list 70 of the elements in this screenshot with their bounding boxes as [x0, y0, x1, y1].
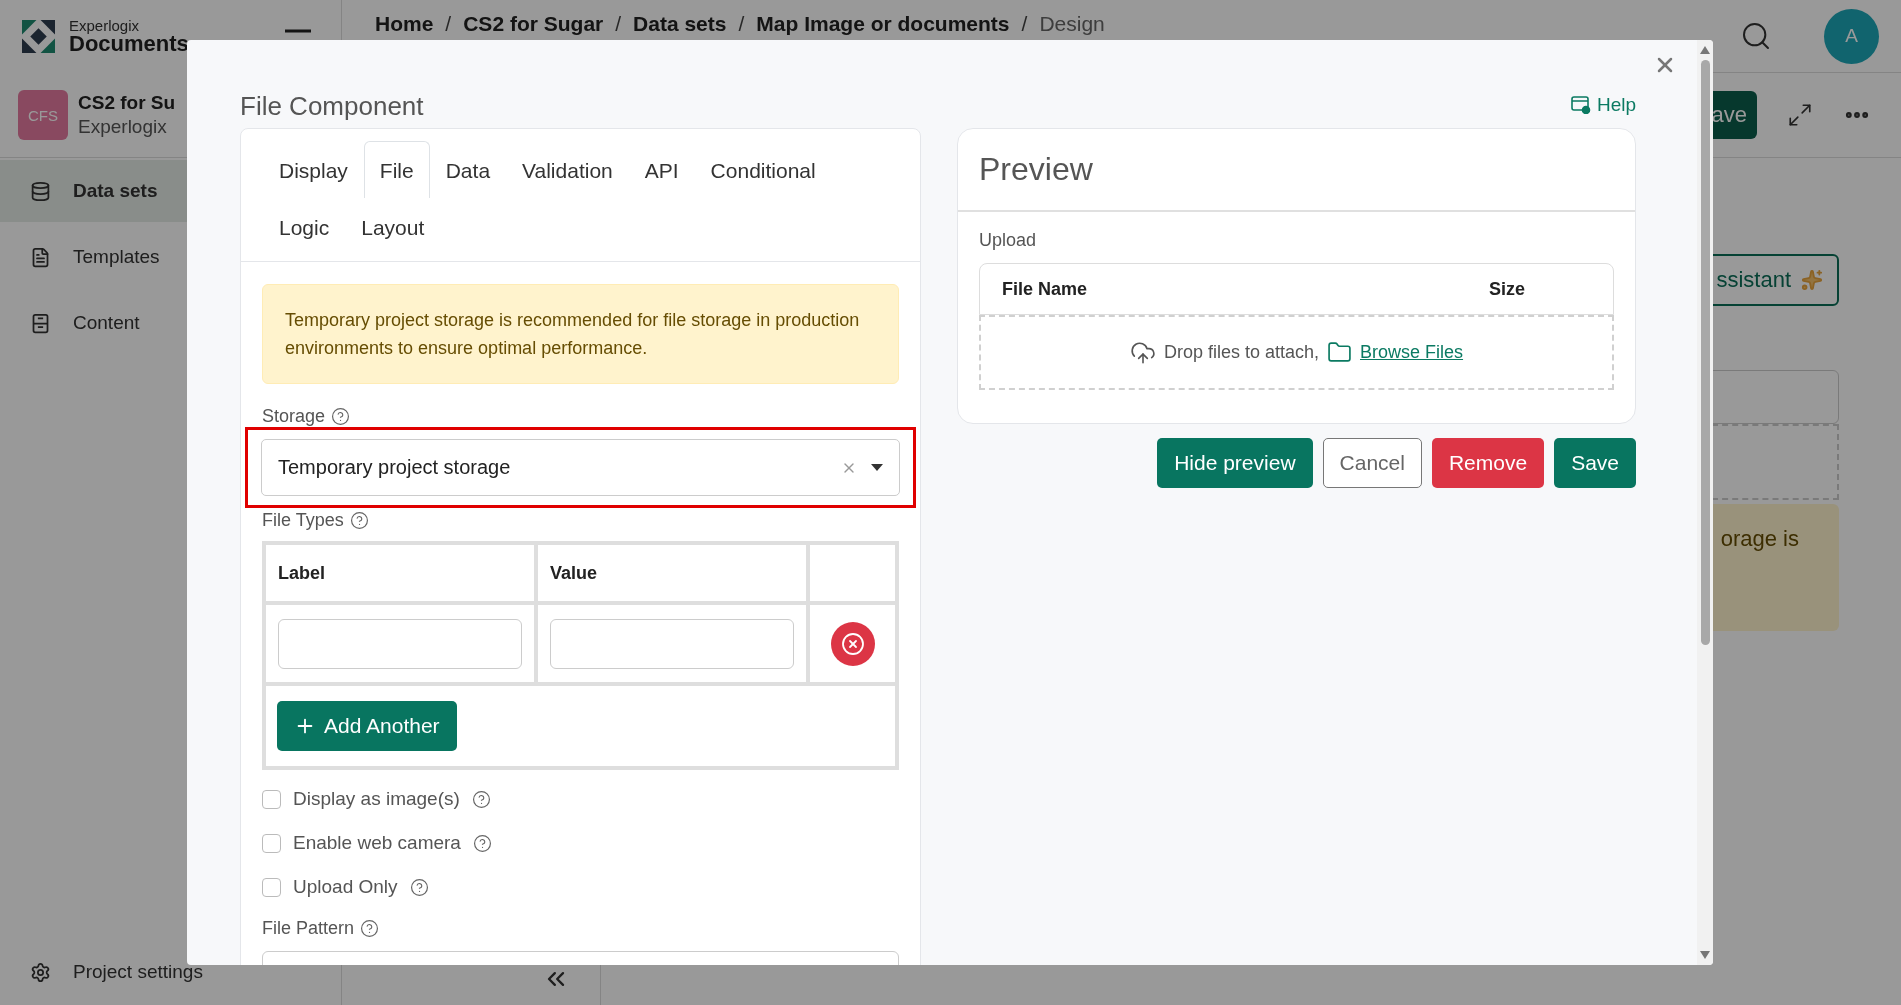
dialog-button[interactable]: Cancel — [1322, 438, 1422, 488]
dialog-button[interactable]: Save — [1554, 438, 1636, 488]
logo-name: Documents — [69, 33, 189, 55]
expand-icon[interactable] — [1787, 102, 1813, 128]
sidebar-item[interactable]: Project settings — [0, 939, 341, 1005]
caret-icon — [871, 464, 883, 471]
scroll-up-icon[interactable] — [1700, 46, 1710, 54]
browse-files-link[interactable]: Browse Files — [1360, 342, 1464, 363]
tab[interactable]: Validation — [506, 141, 629, 198]
preview-title: Preview — [979, 151, 1093, 188]
breadcrumb-link[interactable]: Map Image or documents — [756, 12, 1010, 36]
field-label: Upload — [979, 230, 1038, 251]
tab[interactable]: File — [363, 141, 430, 198]
checkbox[interactable] — [262, 789, 281, 809]
column-header: Label — [266, 545, 534, 601]
breadcrumb-link[interactable]: Home — [375, 12, 434, 36]
column-header: Value — [538, 545, 806, 601]
field-label: File Pattern — [262, 918, 355, 939]
checkbox-label: Upload Only — [293, 876, 398, 898]
sparkle-icon — [1801, 269, 1823, 291]
breadcrumb-separator: / — [738, 12, 745, 36]
cloud-upload-icon — [1129, 339, 1156, 366]
tab[interactable]: API — [628, 141, 695, 198]
help-icon — [360, 919, 380, 938]
help-window-icon — [1570, 96, 1591, 114]
checkbox[interactable] — [262, 877, 281, 897]
storage-alert: Temporary project storage is recommended for file storage in production environments to ensure optimal performance. — [262, 284, 899, 384]
logo-tagline: Experlogix — [69, 18, 141, 33]
dialog-title: File Component — [240, 90, 424, 123]
drawer-icon — [30, 312, 51, 334]
close-icon — [840, 631, 865, 656]
folder-icon — [1327, 340, 1352, 365]
add-another-button[interactable]: Add Another — [277, 701, 457, 751]
project-name: CS2 for Su — [78, 92, 176, 114]
checkbox-label: Enable web camera — [293, 832, 461, 854]
help-link[interactable]: Help — [1570, 94, 1636, 116]
database-icon — [30, 180, 51, 202]
field-label: Storage — [262, 406, 326, 427]
breadcrumb-separator: / — [615, 12, 622, 36]
column-header: Size — [1488, 278, 1525, 300]
document-icon — [30, 246, 51, 268]
tab[interactable]: Conditional — [694, 141, 832, 198]
breadcrumb-link[interactable]: Data sets — [633, 12, 727, 36]
breadcrumb-separator: / — [1021, 12, 1028, 36]
help-icon — [472, 833, 492, 853]
input-field[interactable] — [278, 618, 522, 669]
drop-hint: Drop files to attach, — [1163, 342, 1319, 363]
project-badge: CFS — [18, 90, 68, 140]
field-label: File Types — [262, 510, 344, 531]
help-icon — [331, 407, 351, 426]
project-org: Experlogix — [78, 116, 168, 138]
scrollbar[interactable] — [1697, 40, 1713, 965]
logo-icon — [22, 20, 55, 53]
breadcrumb-separator: / — [445, 12, 452, 36]
column-header: File Name — [1002, 278, 1088, 300]
help-icon — [409, 877, 429, 897]
help-icon — [349, 511, 369, 530]
input-field[interactable] — [550, 618, 794, 669]
checkbox-label: Display as image(s) — [293, 788, 460, 810]
storage-select[interactable]: Temporary project storage — [261, 439, 900, 496]
checkbox[interactable] — [262, 833, 281, 853]
search-icon[interactable] — [1740, 20, 1772, 52]
tab[interactable]: Data — [429, 141, 507, 198]
dialog-button[interactable]: Hide preview — [1157, 438, 1313, 488]
tab[interactable]: Layout — [345, 198, 441, 255]
gear-icon — [30, 961, 51, 983]
breadcrumb-link[interactable]: CS2 for Sugar — [463, 12, 604, 36]
scroll-down-icon[interactable] — [1700, 951, 1710, 959]
dialog-button[interactable]: Remove — [1431, 438, 1545, 488]
help-icon — [471, 789, 491, 809]
